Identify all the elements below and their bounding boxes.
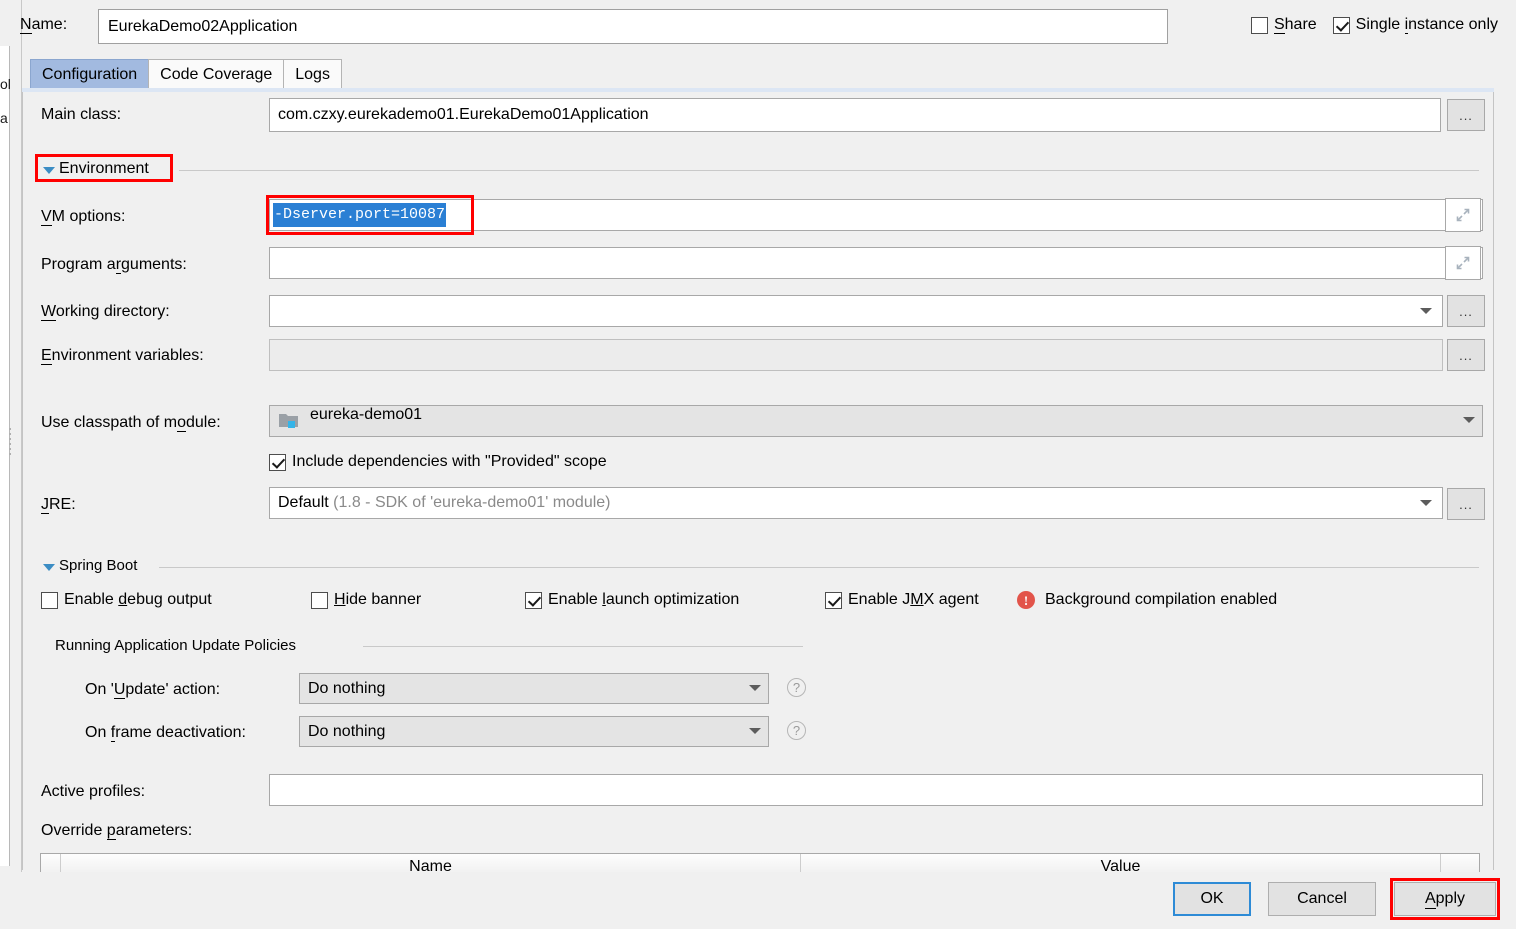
- program-arguments-expand-button[interactable]: [1445, 246, 1481, 280]
- active-profiles-label: Active profiles:: [41, 783, 146, 800]
- configuration-panel: Main class: com.czxy.eurekademo01.Eureka…: [22, 92, 1494, 870]
- enable-debug-output-checkbox-box: [41, 591, 58, 609]
- on-frame-deactivation-help-icon[interactable]: ?: [787, 721, 806, 740]
- active-profiles-input[interactable]: [269, 774, 1483, 806]
- on-update-action-help-icon[interactable]: ?: [787, 678, 806, 697]
- share-checkbox[interactable]: Share: [1250, 16, 1317, 34]
- working-directory-dropdown-icon[interactable]: [1420, 308, 1432, 314]
- jre-combo[interactable]: Default (1.8 - SDK of 'eureka-demo01' mo…: [269, 487, 1443, 519]
- background-compilation-warning: ! Background compilation enabled: [1017, 591, 1277, 609]
- include-provided-checkbox[interactable]: Include dependencies with "Provided" sco…: [269, 453, 607, 471]
- name-input[interactable]: EurekaDemo02Application: [98, 9, 1168, 44]
- environment-variables-input[interactable]: [269, 339, 1443, 371]
- main-class-browse-button[interactable]: ...: [1447, 99, 1485, 131]
- cancel-button[interactable]: Cancel: [1268, 882, 1376, 916]
- enable-launch-optimization-checkbox[interactable]: Enable launch optimization: [525, 591, 739, 609]
- dialog-button-bar: OK Cancel Apply: [0, 872, 1516, 929]
- left-fragment-1: a: [0, 110, 8, 126]
- name-label: NName:ame:: [20, 16, 68, 34]
- warning-icon: !: [1017, 591, 1035, 609]
- enable-launch-optimization-label: Enable launch optimization: [548, 591, 740, 608]
- background-compilation-label: Background compilation enabled: [1045, 591, 1278, 608]
- tab-logs[interactable]: Logs: [283, 59, 342, 89]
- jre-label: JRE:: [41, 496, 76, 514]
- main-class-label: Main class:: [41, 106, 122, 123]
- apply-annotation-box: [1390, 878, 1500, 920]
- program-arguments-label: Program arguments:: [41, 256, 187, 274]
- enable-jmx-agent-label: Enable JMX agent: [848, 591, 979, 608]
- working-directory-label: Working directory:: [41, 303, 170, 321]
- enable-jmx-agent-checkbox-box: [825, 591, 842, 609]
- environment-variables-browse-button[interactable]: ...: [1447, 339, 1485, 371]
- main-class-input[interactable]: com.czxy.eurekademo01.EurekaDemo01Applic…: [269, 98, 1441, 132]
- single-instance-label: Single instance only: [1355, 16, 1498, 34]
- share-label: Share: [1273, 16, 1317, 34]
- environment-annotation-box: [35, 154, 173, 182]
- classpath-module-label: Use classpath of module:: [41, 414, 221, 432]
- left-tree-panel-clipped: ol a: [0, 0, 22, 880]
- on-update-action-dropdown-icon[interactable]: [749, 685, 761, 691]
- vm-options-label: VM options:: [41, 208, 126, 226]
- environment-variables-label: Environment variables:: [41, 347, 204, 365]
- spring-boot-section-divider: [159, 567, 1479, 568]
- hide-banner-checkbox-box: [311, 591, 328, 609]
- enable-debug-output-checkbox[interactable]: Enable debug output: [41, 591, 212, 609]
- enable-launch-optimization-checkbox-box: [525, 591, 542, 609]
- classpath-module-dropdown-icon[interactable]: [1463, 417, 1475, 423]
- tab-bar: Configuration Code Coverage Logs: [30, 59, 342, 89]
- working-directory-browse-button[interactable]: ...: [1447, 295, 1485, 327]
- include-provided-label: Include dependencies with "Provided" sco…: [292, 453, 607, 470]
- jre-value: Default: [278, 494, 329, 511]
- expand-icon: [1456, 208, 1470, 222]
- ellipsis-icon: ...: [1459, 107, 1473, 123]
- classpath-module-combo[interactable]: eureka-demo01: [269, 405, 1483, 437]
- on-frame-deactivation-combo[interactable]: Do nothing: [299, 716, 769, 747]
- vm-options-annotation-box: [266, 195, 474, 235]
- hide-banner-checkbox[interactable]: Hide banner: [311, 591, 421, 609]
- share-checkbox-box: [1250, 16, 1268, 34]
- environment-section-divider: [179, 170, 1479, 171]
- tab-code-coverage[interactable]: Code Coverage: [148, 59, 285, 89]
- dialog-options: Share Single instance only: [1250, 16, 1498, 34]
- ok-button[interactable]: OK: [1173, 882, 1251, 916]
- jre-browse-button[interactable]: ...: [1447, 488, 1485, 520]
- update-policies-divider: [363, 646, 803, 647]
- working-directory-input[interactable]: [269, 295, 1443, 327]
- on-update-action-label: On 'Update' action:: [85, 681, 221, 699]
- ellipsis-icon: ...: [1459, 347, 1473, 363]
- ellipsis-icon: ...: [1459, 303, 1473, 319]
- vm-options-expand-button[interactable]: [1445, 198, 1481, 232]
- enable-debug-output-label: Enable debug output: [64, 591, 212, 608]
- expand-icon: [1456, 256, 1470, 270]
- on-frame-deactivation-label: On frame deactivation:: [85, 724, 246, 742]
- hide-banner-label: Hide banner: [334, 591, 422, 608]
- panel-splitter-handle[interactable]: [6, 425, 14, 459]
- spring-boot-section-title[interactable]: Spring Boot: [59, 557, 137, 574]
- on-frame-deactivation-dropdown-icon[interactable]: [749, 728, 761, 734]
- single-instance-checkbox[interactable]: Single instance only: [1332, 16, 1498, 34]
- run-configuration-dialog: ol a NName:ame: EurekaDemo02Application …: [0, 0, 1516, 929]
- include-provided-checkbox-box: [269, 453, 286, 471]
- left-fragment-0: ol: [0, 76, 11, 92]
- module-folder-icon: [279, 413, 298, 428]
- ellipsis-icon: ...: [1459, 496, 1473, 512]
- override-parameters-label: Override parameters:: [41, 822, 193, 840]
- jre-dropdown-icon[interactable]: [1420, 500, 1432, 506]
- on-update-action-combo[interactable]: Do nothing: [299, 673, 769, 704]
- spring-boot-collapse-icon[interactable]: [43, 564, 55, 571]
- program-arguments-input[interactable]: [269, 247, 1483, 279]
- tab-configuration[interactable]: Configuration: [30, 59, 150, 89]
- enable-jmx-agent-checkbox[interactable]: Enable JMX agent: [825, 591, 979, 609]
- update-policies-title: Running Application Update Policies: [55, 637, 296, 654]
- single-instance-checkbox-box: [1332, 16, 1350, 34]
- jre-hint: (1.8 - SDK of 'eureka-demo01' module): [333, 494, 611, 511]
